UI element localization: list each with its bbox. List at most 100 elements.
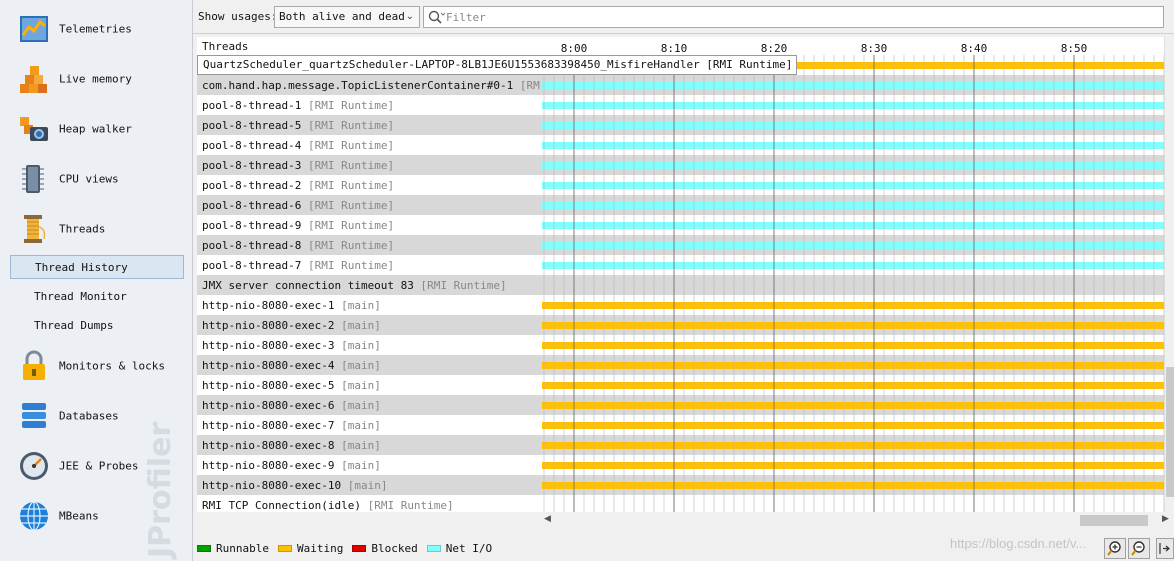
telemetries-icon: [20, 16, 48, 42]
thread-row[interactable]: http-nio-8080-exec-10 [main]: [197, 475, 1164, 495]
thread-name: pool-8-thread-8 [RMI Runtime]: [202, 239, 394, 252]
thread-row[interactable]: pool-8-thread-5 [RMI Runtime]: [197, 115, 1164, 135]
thread-row[interactable]: pool-8-thread-1 [RMI Runtime]: [197, 95, 1164, 115]
thread-row[interactable]: http-nio-8080-exec-4 [main]: [197, 355, 1164, 375]
thread-name-text: http-nio-8080-exec-4: [202, 359, 342, 372]
thread-group: [main]: [341, 399, 381, 412]
subitem-thread-dumps[interactable]: Thread Dumps: [10, 314, 184, 338]
thread-history-panel: Threads 8:008:108:208:308:408:509 Quartz…: [197, 37, 1164, 512]
thread-name-text: http-nio-8080-exec-8: [202, 439, 342, 452]
sidebar-item-label: Databases: [59, 409, 119, 423]
legend-item: Net I/O: [426, 542, 492, 555]
thread-name-text: http-nio-8080-exec-9: [202, 459, 342, 472]
thread-name: http-nio-8080-exec-3 [main]: [202, 339, 381, 352]
subitem-thread-monitor[interactable]: Thread Monitor: [10, 285, 184, 309]
thread-row[interactable]: http-nio-8080-exec-8 [main]: [197, 435, 1164, 455]
thread-name: pool-8-thread-5 [RMI Runtime]: [202, 119, 394, 132]
thread-group: [main]: [347, 479, 388, 492]
thread-group: [main]: [341, 419, 381, 432]
thread-name-text: http-nio-8080-exec-2: [202, 319, 342, 332]
sidebar-item-live-memory[interactable]: Live memory: [0, 59, 192, 99]
thread-row[interactable]: pool-8-thread-2 [RMI Runtime]: [197, 175, 1164, 195]
show-usages-label: Show usages:: [198, 10, 278, 23]
scroll-left-icon[interactable]: ◀: [544, 514, 551, 524]
profiler-sidebar: Telemetries Live memory Heap walker CPU …: [0, 0, 193, 561]
thread-group: [main]: [341, 359, 381, 372]
thread-name-text: pool-8-thread-7: [202, 259, 308, 272]
time-tick-label: 8:40: [960, 42, 988, 55]
thread-name-text: pool-8-thread-2: [202, 179, 308, 192]
thread-row[interactable]: http-nio-8080-exec-7 [main]: [197, 415, 1164, 435]
thread-name-text: http-nio-8080-exec-1: [202, 299, 342, 312]
timeline-header: 8:008:108:208:308:408:509: [542, 37, 1164, 55]
thread-row[interactable]: pool-8-thread-4 [RMI Runtime]: [197, 135, 1164, 155]
thread-group: [RMI Runtime]: [307, 239, 395, 252]
zoom-in-button[interactable]: [1104, 538, 1126, 559]
thread-state-legend: Runnable Waiting Blocked Net I/O: [197, 538, 501, 558]
thread-row[interactable]: JMX server connection timeout 83 [RMI Ru…: [197, 275, 1164, 295]
thread-state-bar: [542, 362, 1164, 369]
sidebar-item-threads[interactable]: Threads: [0, 209, 192, 249]
legend-item: Runnable: [197, 542, 269, 555]
horizontal-scrollbar[interactable]: ◀ ▶: [542, 513, 1174, 527]
vertical-scrollbar[interactable]: [1164, 37, 1174, 512]
lock-icon: [23, 350, 45, 380]
thread-row[interactable]: com.hand.hap.message.TopicListenerContai…: [197, 75, 1164, 95]
thread-row[interactable]: http-nio-8080-exec-6 [main]: [197, 395, 1164, 415]
thread-name: pool-8-thread-4 [RMI Runtime]: [202, 139, 394, 152]
thread-group: [main]: [341, 439, 381, 452]
thread-state-bar: [542, 462, 1164, 469]
filter-input[interactable]: Filter: [423, 6, 1164, 28]
subitem-thread-history[interactable]: Thread History: [10, 255, 184, 279]
thread-name-text: http-nio-8080-exec-7: [202, 419, 342, 432]
thread-row[interactable]: http-nio-8080-exec-5 [main]: [197, 375, 1164, 395]
fit-width-icon: [1159, 543, 1170, 554]
horizontal-scroll-thumb[interactable]: [1080, 515, 1148, 526]
sidebar-item-cpu-views[interactable]: CPU views: [0, 159, 192, 199]
zoom-fit-button[interactable]: [1156, 538, 1174, 559]
thread-row[interactable]: RMI TCP Connection(idle) [RMI Runtime]: [197, 495, 1164, 512]
thread-row[interactable]: pool-8-thread-9 [RMI Runtime]: [197, 215, 1164, 235]
thread-group: [RMI Runtime]: [307, 219, 395, 232]
filter-placeholder: Filter: [446, 11, 486, 24]
thread-row[interactable]: pool-8-thread-3 [RMI Runtime]: [197, 155, 1164, 175]
thread-name-text: pool-8-thread-9: [202, 219, 308, 232]
thread-row[interactable]: http-nio-8080-exec-1 [main]: [197, 295, 1164, 315]
sidebar-item-monitors-locks[interactable]: Monitors & locks: [0, 346, 192, 386]
thread-name-text: pool-8-thread-6: [202, 199, 308, 212]
legend-swatch: [277, 544, 292, 552]
thread-state-bar: [542, 402, 1164, 409]
thread-group: [main]: [341, 299, 381, 312]
sidebar-item-heap-walker[interactable]: Heap walker: [0, 109, 192, 149]
thread-name-text: pool-8-thread-3: [202, 159, 308, 172]
zoom-in-icon: [1107, 541, 1121, 556]
thread-name: RMI TCP Connection(idle) [RMI Runtime]: [202, 499, 454, 512]
thread-name-text: pool-8-thread-4: [202, 139, 308, 152]
legend-swatch: [197, 544, 211, 552]
watermark-text: JProfiler: [143, 422, 178, 560]
thread-row[interactable]: http-nio-8080-exec-9 [main]: [197, 455, 1164, 475]
sidebar-item-telemetries[interactable]: Telemetries: [0, 9, 192, 49]
thread-row[interactable]: pool-8-thread-7 [RMI Runtime]: [197, 255, 1164, 275]
thread-group: [RMI Runtime]: [307, 179, 395, 192]
live-memory-icon: [20, 66, 47, 93]
thread-name: http-nio-8080-exec-2 [main]: [202, 319, 381, 332]
thread-group: [main]: [341, 319, 381, 332]
thread-name-text: http-nio-8080-exec-6: [202, 399, 342, 412]
thread-row[interactable]: pool-8-thread-6 [RMI Runtime]: [197, 195, 1164, 215]
thread-row[interactable]: http-nio-8080-exec-2 [main]: [197, 315, 1164, 335]
vertical-scroll-thumb[interactable]: [1166, 367, 1174, 497]
thread-name: pool-8-thread-7 [RMI Runtime]: [202, 259, 394, 272]
thread-name-tooltip: QuartzScheduler_quartzScheduler-LAPTOP-8…: [197, 55, 798, 75]
thread-row[interactable]: http-nio-8080-exec-3 [main]: [197, 335, 1164, 355]
globe-icon: [20, 501, 48, 531]
thread-row[interactable]: pool-8-thread-8 [RMI Runtime]: [197, 235, 1164, 255]
sidebar-item-label: Threads: [59, 222, 106, 236]
thread-name: http-nio-8080-exec-1 [main]: [202, 299, 381, 312]
zoom-out-button[interactable]: [1128, 538, 1150, 559]
usages-dropdown[interactable]: Both alive and dead ⌄: [274, 6, 420, 28]
thread-group: [main]: [341, 459, 381, 472]
thread-name-text: pool-8-thread-5: [202, 119, 308, 132]
thread-name: pool-8-thread-3 [RMI Runtime]: [202, 159, 394, 172]
scroll-right-icon[interactable]: ▶: [1162, 514, 1169, 524]
